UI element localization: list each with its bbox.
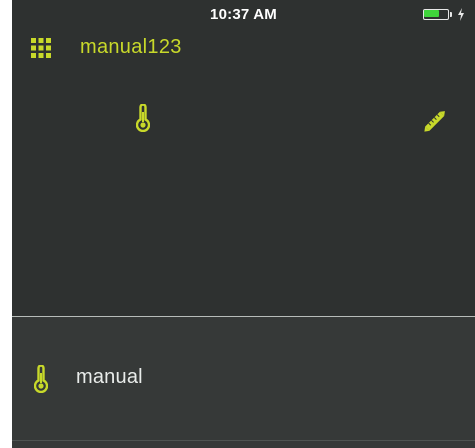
status-bar: 10:37 AM	[12, 0, 475, 28]
app-screen: 10:37 AM manual123 manual	[12, 0, 475, 448]
charging-bolt-icon	[458, 8, 464, 21]
battery-icon	[423, 9, 453, 21]
list-item[interactable]: manual	[12, 317, 475, 441]
sensor-list: manual	[12, 317, 475, 448]
header: manual123	[12, 28, 475, 76]
thermometer-icon	[136, 104, 150, 132]
list-item-label: manual	[76, 366, 143, 388]
status-time: 10:37 AM	[210, 6, 277, 23]
thermometer-icon	[34, 365, 48, 393]
battery-fill	[424, 10, 439, 17]
pencil-icon[interactable]	[420, 106, 450, 136]
page-title: manual123	[80, 36, 182, 58]
bottom-divider	[12, 440, 475, 441]
battery-tip	[450, 12, 452, 17]
grid-icon[interactable]	[31, 38, 51, 58]
